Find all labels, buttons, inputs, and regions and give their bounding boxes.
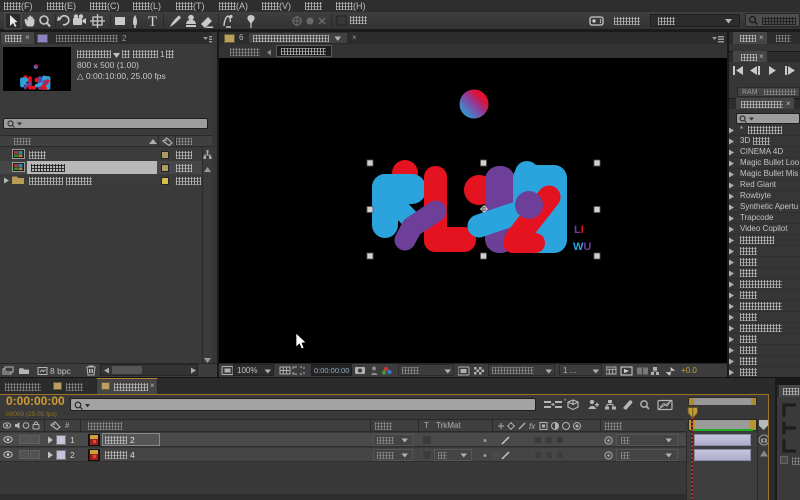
svg-text:LI: LI xyxy=(574,224,584,236)
svg-text:*: * xyxy=(564,399,567,405)
svg-text:fx: fx xyxy=(529,422,536,431)
svg-text:T: T xyxy=(148,14,157,30)
svg-text:WU: WU xyxy=(573,241,591,253)
